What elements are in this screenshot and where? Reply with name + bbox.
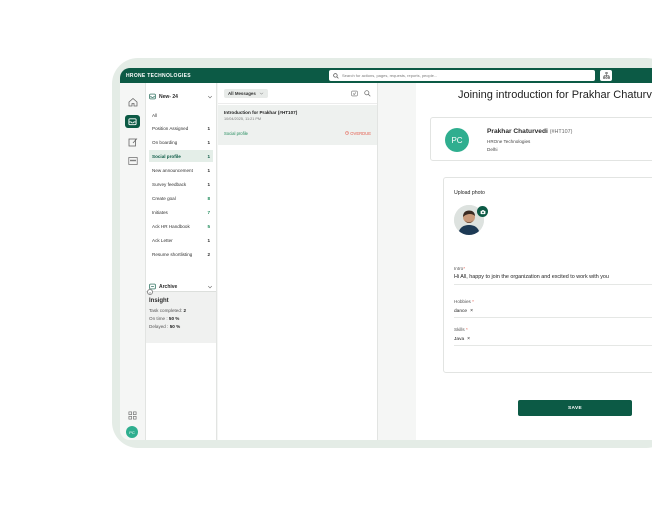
profile-card: PC Prakhar Chaturvedi (#HT107) HROne Tec… [430,117,652,161]
app-screen: HRONE TECHNOLOGIES Search for actions, p… [120,68,652,440]
rail-team[interactable] [125,154,140,167]
messages-toolbar: All Messages [218,83,377,104]
insight-delayed: Delayed : 50 % [149,324,181,329]
hobby-chip: dance × [454,308,473,314]
category-item-create-goal[interactable]: Create goal 8 [149,192,213,204]
chevron-down-icon [259,92,264,95]
edit-icon [128,137,137,146]
insight-panel: × Insight Task completed: 2 On time : 50… [146,289,216,343]
icon-rail: PC [120,83,146,440]
apps-grid-icon [128,411,137,420]
message-date: 10/04/2025, 11:21 PM [224,117,262,121]
category-item-survey-feedback[interactable]: Survey feedback 1 [149,178,213,190]
category-item-all[interactable]: All [149,109,213,121]
divider [454,284,652,285]
hobbies-label: Hobbies * [454,299,474,304]
remove-icon[interactable]: × [467,336,470,342]
archive-label: Archive [159,283,178,290]
org-chart-button[interactable] [600,70,612,81]
org-chart-icon [602,72,610,79]
top-bar: HRONE TECHNOLOGIES Search for actions, p… [120,68,652,83]
search-input[interactable]: Search for actions, pages, requests, rep… [342,73,437,78]
profile-company: HROne Technologies [487,139,531,144]
chevron-down-icon [207,95,213,98]
category-item-initiates[interactable]: Initiates 7 [149,206,213,218]
upload-photo-button[interactable] [477,206,488,217]
profile-name: Prakhar Chaturvedi (#HT107) [487,128,573,135]
remove-icon[interactable]: × [470,308,473,314]
profile-location: Delhi [487,147,498,152]
camera-icon [480,209,485,214]
intro-field[interactable]: Hi All, happy to join the organization a… [454,274,609,280]
message-item[interactable]: Introduction for Prakhar (#HT107) 10/04/… [218,105,377,145]
save-button[interactable]: SAVE [518,400,632,416]
mark-read-icon[interactable] [351,90,358,97]
messages-panel: All Messages Introduction for Prakhar (#… [218,83,378,440]
insight-title: Insight [149,298,169,304]
chevron-down-icon [207,285,213,288]
close-icon[interactable]: × [147,289,153,295]
divider [454,317,652,318]
divider [454,345,652,346]
category-item-social-profile[interactable]: Social profile 1 [149,150,213,162]
home-icon [128,97,137,106]
skill-chip: Java × [454,336,471,342]
search-icon[interactable] [364,89,371,97]
category-item-new-announcement[interactable]: New announcement 1 [149,164,213,176]
inbox-icon [128,118,137,126]
detail-panel: Joining introduction for Prakhar Chaturv… [416,83,652,440]
brand-name: HRONE TECHNOLOGIES [126,72,191,79]
rail-tasks[interactable] [125,135,140,148]
intro-label: Intro* [454,266,465,271]
new-section-label: New- 24 [159,93,178,100]
search-icon [333,72,339,79]
upload-photo-label: Upload photo [454,190,485,196]
rail-inbox[interactable] [125,115,140,128]
category-item-position-assigned[interactable]: Position Assigned 1 [149,122,213,134]
message-title: Introduction for Prakhar (#HT107) [224,110,298,115]
category-item-ack-hr-handbook[interactable]: Ack HR Handbook 5 [149,220,213,232]
profile-code: (#HT107) [549,129,573,135]
archive-section-header[interactable]: Archive [149,283,213,290]
category-item-ack-letter[interactable]: Ack Letter 1 [149,234,213,246]
inbox-icon [149,93,156,100]
new-section-header[interactable]: New- 24 [149,93,213,100]
user-avatar[interactable]: PC [126,426,138,438]
global-search[interactable]: Search for actions, pages, requests, rep… [329,70,595,81]
category-item-resume-shortlisting[interactable]: Resume shortlisting 2 [149,248,213,260]
message-status: OVERDUE [345,131,371,136]
clock-icon [345,131,350,135]
messages-filter-dropdown[interactable]: All Messages [224,88,268,98]
message-tag: Social profile [224,131,248,136]
page-title: Joining introduction for Prakhar Chaturv… [458,89,652,101]
insight-on-time: On time : 50 % [149,316,180,321]
profile-avatar: PC [445,128,469,152]
intro-form: Upload photo Intro* Hi All, happy to joi… [443,177,652,373]
category-item-on-boarding[interactable]: On boarding 1 [149,136,213,148]
category-panel: New- 24 All Position Assigned 1 On boardi… [146,83,217,440]
skills-label: Skills * [454,327,468,332]
insight-task-completed: Task completed: 2 [149,308,187,313]
rail-home[interactable] [125,95,140,108]
rail-apps[interactable] [125,409,140,422]
team-icon [127,156,138,165]
